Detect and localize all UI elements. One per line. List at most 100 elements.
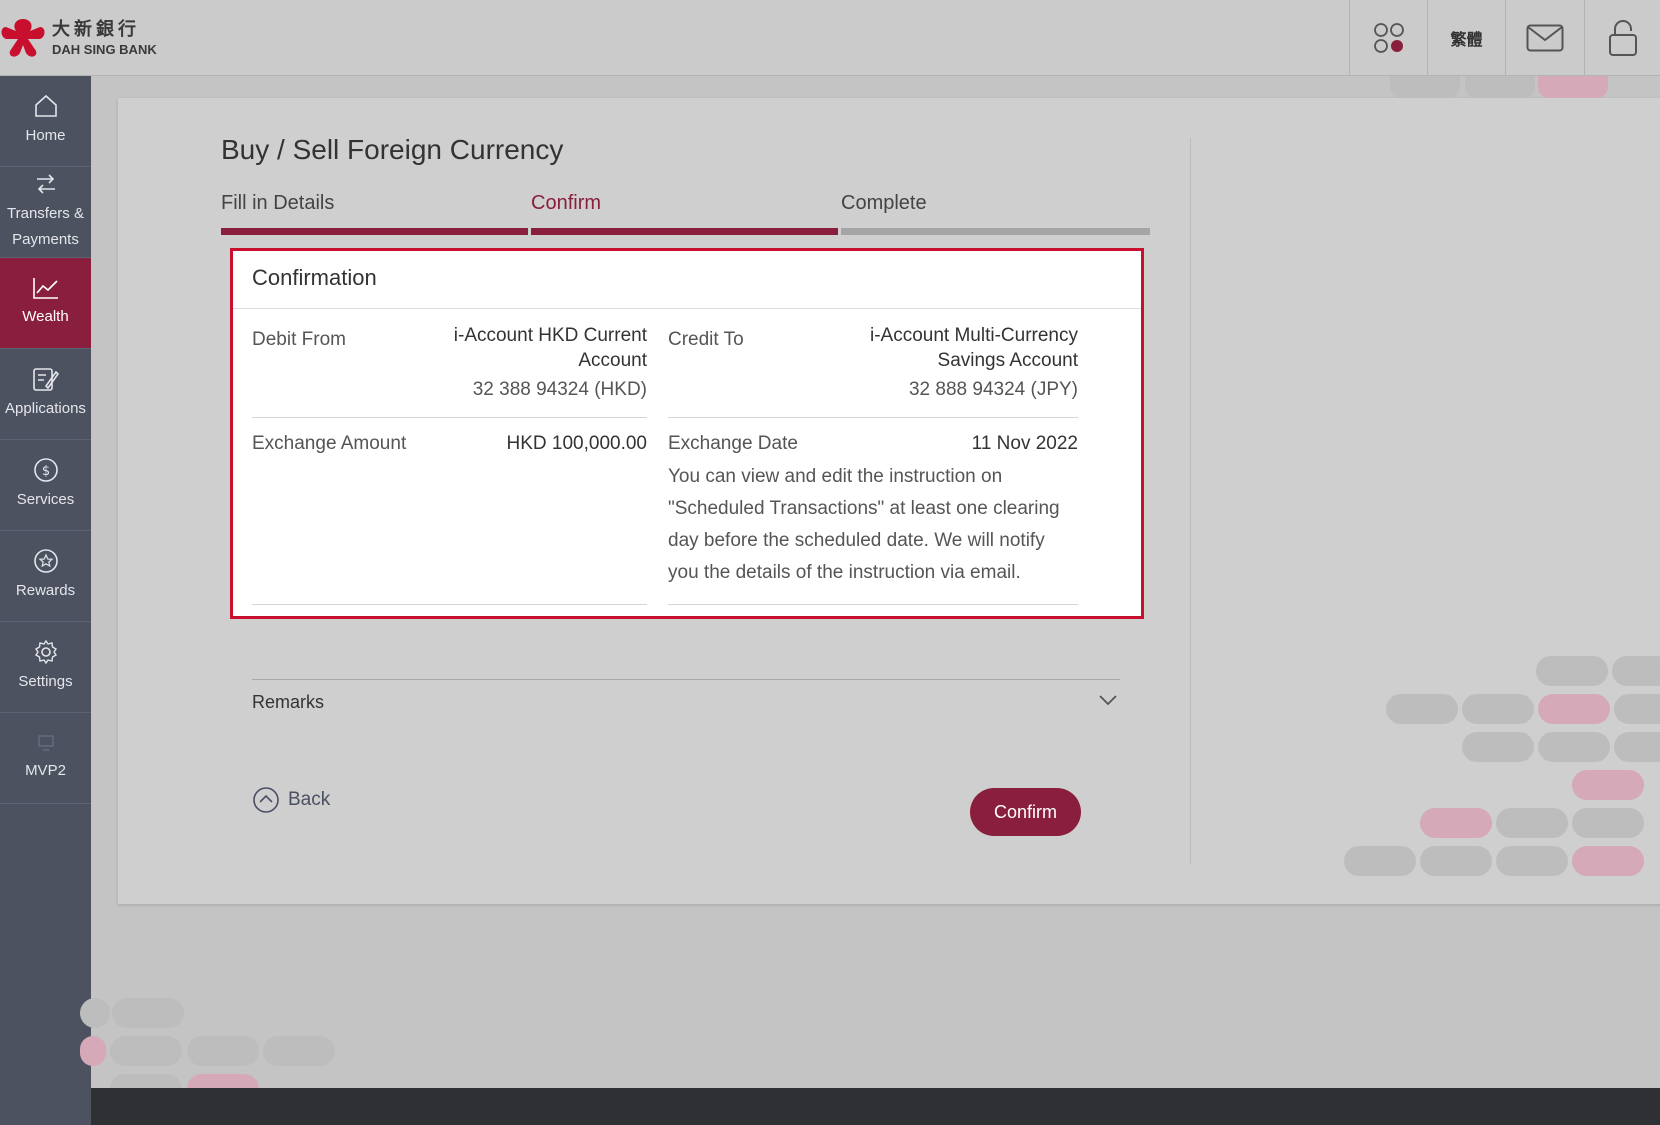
decorative-pill: [1386, 694, 1458, 724]
decorative-pill: [1614, 732, 1660, 762]
confirmation-title: Confirmation: [252, 265, 377, 290]
remarks-divider: [252, 679, 1120, 680]
debit-from-value: i-Account HKD Current Account 32 388 943…: [413, 323, 647, 402]
svg-text:$: $: [41, 464, 49, 479]
credit-to-value: i-Account Multi-Currency Savings Account…: [823, 323, 1078, 402]
decorative-pill: [1572, 770, 1644, 800]
top-header: 大新銀行 DAH SING BANK 繁體: [0, 0, 1660, 76]
sidebar-item-label: Applications: [5, 400, 86, 417]
sidebar-item-applications[interactable]: Applications: [0, 349, 91, 440]
decorative-pill: [1496, 808, 1568, 838]
credit-to-label: Credit To: [668, 329, 744, 350]
decorative-pill: [1496, 846, 1568, 876]
exchange-date-value: 11 Nov 2022: [971, 433, 1078, 454]
sidebar-item-label: Services: [16, 491, 75, 508]
sidebar-item-rewards[interactable]: Rewards: [0, 531, 91, 622]
decorative-pill: [1572, 846, 1644, 876]
decorative-pill: [1344, 846, 1416, 876]
logo-english-name: DAH SING BANK: [52, 41, 157, 57]
row-divider: [252, 604, 647, 605]
confirmation-card: Confirmation Debit From i-Account HKD Cu…: [230, 248, 1144, 619]
sidebar-nav: Home Transfers & Payments Wealth Applica…: [0, 76, 91, 1125]
sidebar-item-label: Wealth: [22, 308, 69, 325]
decorative-pill: [1572, 808, 1644, 838]
chart-icon: [32, 278, 58, 299]
step-progress-bar-1: [221, 228, 528, 235]
credit-account-line1: i-Account Multi-Currency: [870, 325, 1078, 346]
decorative-pill: [1465, 76, 1535, 98]
decorative-pill: [1420, 846, 1492, 876]
sidebar-item-label: Transfers & Payments: [7, 205, 84, 248]
row-divider: [668, 417, 1078, 418]
debit-account-line2: Account: [578, 350, 647, 371]
star-circle-icon: [33, 549, 58, 573]
exchange-date-label: Exchange Date: [668, 433, 798, 454]
edit-document-icon: [32, 368, 59, 391]
decorative-pill: [1614, 694, 1660, 724]
decorative-pill: [187, 1036, 259, 1066]
credit-account-line2: Savings Account: [937, 350, 1078, 371]
decorative-pill: [80, 998, 110, 1028]
scheduled-transaction-note: You can view and edit the instruction on…: [668, 466, 1060, 583]
back-label: Back: [288, 789, 331, 810]
exchange-amount-label: Exchange Amount: [252, 433, 407, 454]
decorative-pill: [1462, 694, 1534, 724]
chevron-up-circle-icon: [253, 787, 279, 813]
bank-logo[interactable]: 大新銀行 DAH SING BANK: [0, 16, 157, 60]
decorative-pill: [1612, 656, 1660, 686]
decorative-pill: [1538, 694, 1610, 724]
step-progress-bar-3: [841, 228, 1150, 235]
row-divider: [668, 604, 1078, 605]
sidebar-item-label: Settings: [18, 673, 73, 690]
row-divider: [252, 417, 647, 418]
exchange-amount-value: HKD 100,000.00: [506, 433, 648, 454]
panel-divider: [1190, 138, 1191, 864]
dollar-circle-icon: $: [33, 458, 58, 482]
transfer-icon: [36, 174, 55, 194]
step-progress-bar-2: [531, 228, 838, 235]
home-icon: [34, 94, 57, 117]
lock-icon: [1608, 20, 1637, 56]
sidebar-item-mvp2[interactable]: MVP2: [0, 713, 91, 804]
debit-account-number: 32 388 94324 (HKD): [472, 379, 647, 400]
decorative-pill: [1420, 808, 1492, 838]
dah-sing-logo-icon: [0, 17, 46, 59]
apps-grid-icon: [1373, 23, 1404, 53]
decorative-pill: [263, 1036, 335, 1066]
sidebar-item-transfers[interactable]: Transfers & Payments: [0, 167, 91, 258]
back-button[interactable]: Back: [252, 786, 330, 814]
sidebar-item-home[interactable]: Home: [0, 76, 91, 167]
monitor-icon: [37, 735, 54, 751]
sidebar-item-label: Rewards: [15, 582, 76, 599]
mail-icon: [1526, 24, 1564, 52]
decorative-pill: [80, 1036, 106, 1066]
chevron-down-icon[interactable]: [1098, 694, 1118, 706]
sidebar-item-label: Home: [25, 127, 66, 144]
logo-chinese-name: 大新銀行: [52, 18, 140, 40]
debit-account-line1: i-Account HKD Current: [453, 325, 647, 346]
decorative-pill: [1390, 76, 1460, 98]
sidebar-item-wealth[interactable]: Wealth: [0, 258, 91, 349]
logout-button[interactable]: [1584, 0, 1660, 76]
gear-icon: [34, 639, 57, 665]
card-divider: [233, 308, 1141, 309]
decorative-pill: [1538, 76, 1608, 98]
mail-button[interactable]: [1505, 0, 1584, 76]
sidebar-item-label: MVP2: [25, 762, 66, 779]
apps-button[interactable]: [1349, 0, 1427, 76]
footer-bar: [91, 1088, 1660, 1125]
step-fill-in-details: Fill in Details: [221, 192, 335, 214]
decorative-pill: [110, 1036, 182, 1066]
debit-from-label: Debit From: [252, 329, 346, 350]
sidebar-item-services[interactable]: $ Services: [0, 440, 91, 531]
sidebar-item-settings[interactable]: Settings: [0, 622, 91, 713]
decorative-pill: [1462, 732, 1534, 762]
credit-account-number: 32 888 94324 (JPY): [908, 379, 1078, 400]
decorative-pill: [1536, 656, 1608, 686]
step-confirm: Confirm: [531, 192, 602, 214]
page-title: Buy / Sell Foreign Currency: [221, 134, 564, 165]
language-toggle[interactable]: 繁體: [1427, 0, 1505, 76]
decorative-pill: [112, 998, 184, 1028]
remarks-toggle[interactable]: Remarks: [252, 692, 324, 713]
confirm-button[interactable]: Confirm: [970, 788, 1081, 836]
